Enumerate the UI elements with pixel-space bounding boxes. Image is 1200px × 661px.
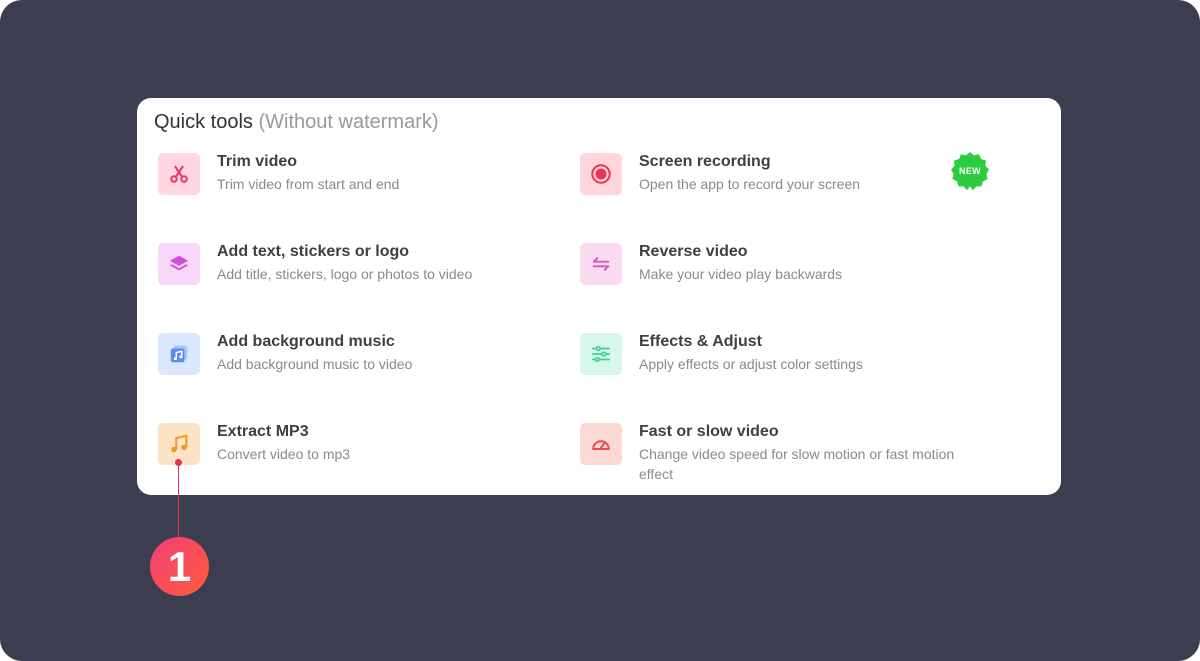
tool-effects-adjust[interactable]: Effects & Adjust Apply effects or adjust…: [580, 333, 990, 403]
tool-description: Convert video to mp3: [217, 446, 351, 462]
tool-title: Reverse video: [639, 243, 748, 260]
panel-title-text: Quick tools: [154, 111, 253, 133]
tool-extract-mp3[interactable]: Extract MP3 Convert video to mp3: [158, 423, 568, 493]
layers-icon: [158, 243, 200, 285]
tool-description: Trim video from start and end: [217, 176, 400, 192]
tool-description: Apply effects or adjust color settings: [639, 356, 863, 372]
reverse-icon: [580, 243, 622, 285]
callout-number-badge: 1: [150, 537, 209, 596]
tool-title: Extract MP3: [217, 423, 309, 440]
tool-title: Add text, stickers or logo: [217, 243, 410, 260]
scissors-icon: [158, 153, 200, 195]
quick-tools-panel: Quick tools (Without watermark) Trim vid…: [137, 98, 1061, 495]
tool-description: Open the app to record your screen: [639, 176, 861, 192]
tool-description: Add background music to video: [217, 356, 413, 372]
new-badge: NEW: [950, 151, 990, 191]
tool-fast-slow-video[interactable]: Fast or slow video Change video speed fo…: [580, 423, 990, 493]
callout-number: 1: [167, 542, 192, 590]
tool-description: Make your video play backwards: [639, 266, 843, 282]
callout-line: [178, 465, 179, 540]
new-badge-label: NEW: [959, 166, 981, 176]
tool-add-background-music[interactable]: Add background music Add background musi…: [158, 333, 568, 403]
sliders-icon: [580, 333, 622, 375]
tool-title: Add background music: [217, 333, 395, 350]
tool-add-text-stickers-logo[interactable]: Add text, stickers or logo Add title, st…: [158, 243, 568, 313]
tool-reverse-video[interactable]: Reverse video Make your video play backw…: [580, 243, 990, 313]
tool-title: Trim video: [217, 153, 298, 170]
panel-title: Quick tools (Without watermark): [154, 111, 439, 134]
screenshot-background: Quick tools (Without watermark) Trim vid…: [0, 0, 1200, 661]
tool-trim-video[interactable]: Trim video Trim video from start and end: [158, 153, 568, 223]
tool-title: Effects & Adjust: [639, 333, 762, 350]
tool-screen-recording[interactable]: Screen recording Open the app to record …: [580, 151, 990, 223]
tool-title: Screen recording: [639, 153, 771, 170]
tool-description: Change video speed for slow motion or fa…: [639, 446, 955, 482]
tool-description: Add title, stickers, logo or photos to v…: [217, 266, 473, 282]
speedometer-icon: [580, 423, 622, 465]
tool-title: Fast or slow video: [639, 423, 779, 440]
record-icon: [580, 153, 622, 195]
music-album-icon: [158, 333, 200, 375]
panel-subtitle: (Without watermark): [258, 111, 439, 133]
